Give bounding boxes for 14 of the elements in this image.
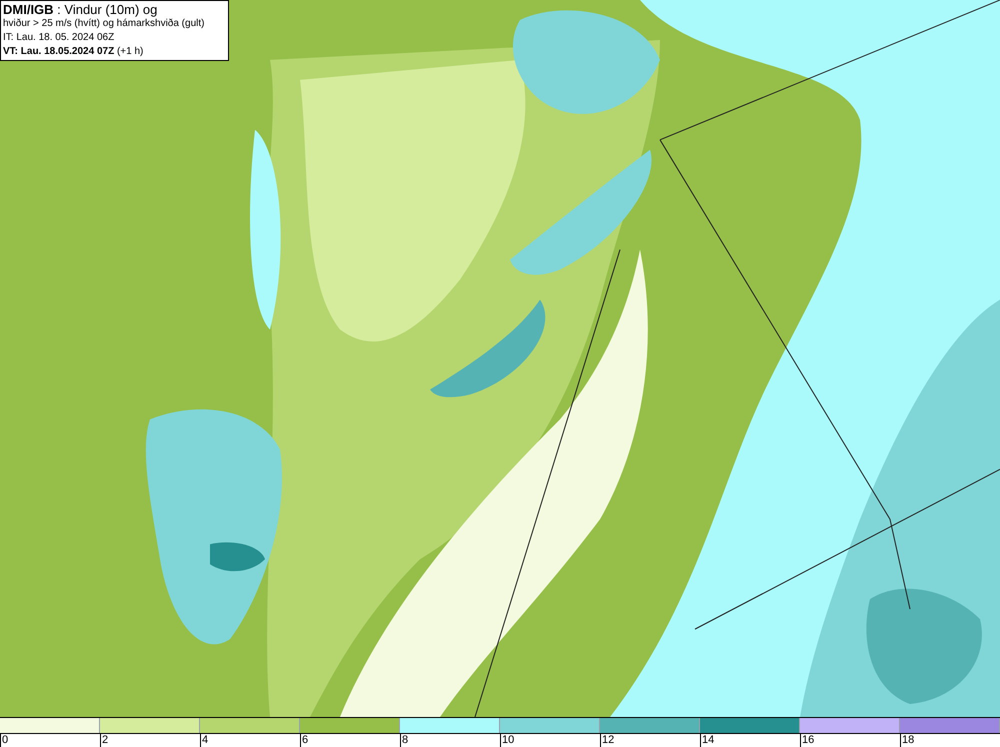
info-line: hviður > 25 m/s (hvítt) og hámarkshviða (gult) <box>3 17 206 31</box>
info-line: VT: Lau. 18.05.2024 07Z (+1 h) <box>3 45 144 59</box>
legend-tick-label: 4 <box>202 734 208 747</box>
legend-tick-label: 2 <box>102 734 108 747</box>
legend-tick-label: 14 <box>702 734 714 747</box>
legend-tick-label: 16 <box>802 734 814 747</box>
legend-tick-label: 6 <box>302 734 308 747</box>
info-line: IT: Lau. 18. 05. 2024 06Z <box>3 31 116 45</box>
legend-tick-label: 8 <box>402 734 408 747</box>
legend-tick-label: 0 <box>2 734 8 747</box>
info-line: DMI/IGB : Vindur (10m) og <box>3 2 158 17</box>
legend-tick-label: 18 <box>902 734 914 747</box>
legend-tick-label: 10 <box>502 734 514 747</box>
legend-tick-label: 12 <box>602 734 614 747</box>
